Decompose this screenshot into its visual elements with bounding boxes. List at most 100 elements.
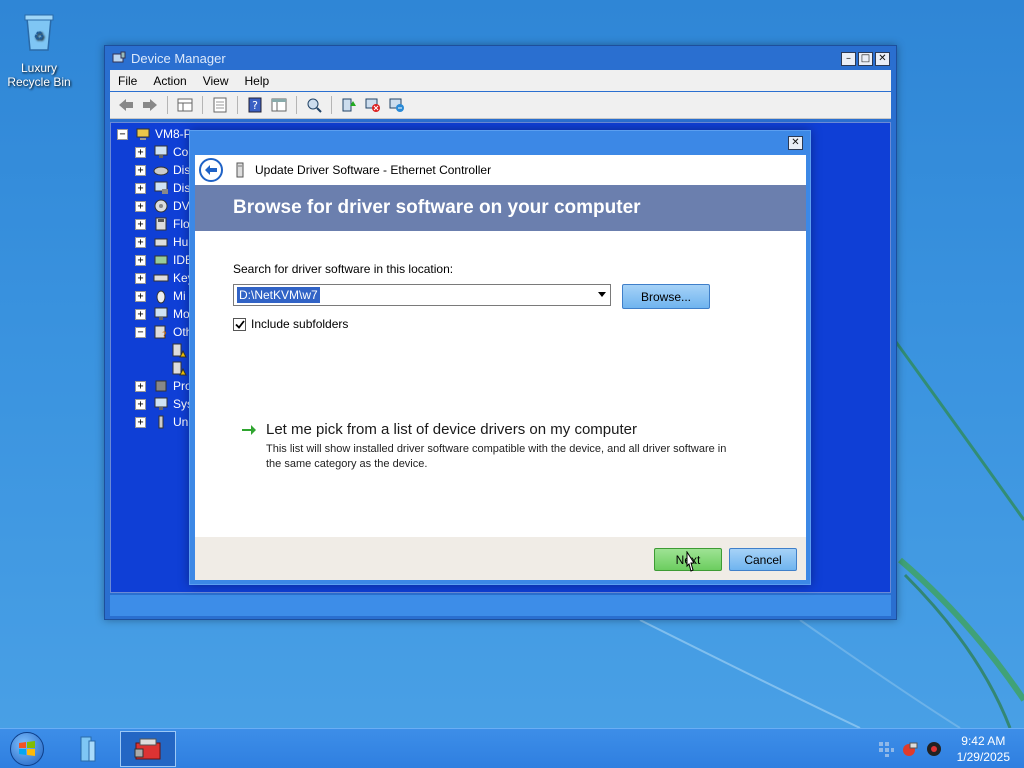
tree-item[interactable]: + Sys [135, 395, 193, 413]
expand-toggle[interactable]: + [135, 218, 146, 230]
action-center-icon[interactable] [901, 740, 919, 758]
tree-item[interactable]: + Pro [135, 377, 192, 395]
back-arrow-icon [205, 165, 217, 175]
tree-item[interactable]: + Hu [135, 233, 188, 251]
volume-icon[interactable] [925, 740, 943, 758]
windows-logo-icon [19, 741, 35, 756]
ethernet-device-icon [236, 162, 244, 178]
ide-controller-icon [154, 255, 168, 265]
unknown-device-warning-icon [172, 343, 187, 358]
tree-subitem[interactable] [171, 359, 191, 377]
uninstall-icon[interactable] [363, 95, 383, 115]
expand-toggle[interactable]: + [135, 272, 146, 284]
system-tray: 9:42 AM 1/29/2025 [877, 729, 1024, 768]
recycle-bin-icon: ♻ [24, 14, 54, 51]
dialog-close-button[interactable]: ✕ [788, 136, 803, 150]
expand-toggle[interactable]: + [135, 416, 146, 428]
mouse-cursor-icon [686, 551, 695, 572]
tree-root[interactable]: − VM8-P [117, 125, 192, 143]
tree-item[interactable]: + Key [135, 269, 194, 287]
tree-root-label: VM8-P [155, 127, 192, 141]
maximize-button[interactable]: □ [858, 52, 873, 66]
expand-toggle[interactable]: + [135, 164, 146, 176]
menu-view[interactable]: View [203, 74, 229, 88]
tree-item[interactable]: + Flo [135, 215, 190, 233]
device-manager-titlebar[interactable]: Device Manager [105, 46, 896, 70]
tree-item-label: Dis [173, 181, 191, 195]
back-arrow-icon[interactable] [116, 95, 136, 115]
expand-toggle[interactable]: + [135, 398, 146, 410]
collapse-toggle[interactable]: − [135, 326, 146, 338]
tree-item[interactable]: + Mi [135, 287, 186, 305]
tree-item[interactable]: + Mo [135, 305, 190, 323]
clock-date: 1/29/2025 [956, 750, 1010, 764]
svg-text:?: ? [252, 99, 258, 112]
tree-item[interactable]: −? Oth [135, 323, 192, 341]
menu-file[interactable]: File [118, 74, 137, 88]
device-manager-taskbar-icon [134, 738, 161, 760]
taskbar-explorer[interactable] [60, 731, 116, 767]
taskbar: 9:42 AM 1/29/2025 [0, 728, 1024, 768]
recycle-bin-desktop-icon[interactable]: ♻ Luxury Recycle Bin [4, 10, 74, 89]
minimize-button[interactable]: – [841, 52, 856, 66]
driver-path-combobox[interactable]: D:\NetKVM\w7 [233, 284, 611, 306]
include-subfolders-option[interactable]: Include subfolders [233, 317, 348, 331]
expand-toggle[interactable]: + [135, 380, 146, 392]
back-button[interactable] [199, 158, 223, 182]
toolbar-separator [167, 96, 168, 114]
scan-hardware-icon[interactable] [304, 95, 324, 115]
tree-item[interactable]: + Dis [135, 179, 190, 197]
network-icon[interactable] [877, 740, 895, 758]
menu-action[interactable]: Action [153, 74, 186, 88]
keyboard-icon [153, 274, 169, 282]
cancel-button[interactable]: Cancel [729, 548, 797, 571]
monitor-icon [154, 145, 168, 158]
device-manager-icon [112, 51, 126, 63]
unknown-device-warning-icon [172, 361, 187, 376]
menu-help[interactable]: Help [245, 74, 270, 88]
tree-item-label: Hu [173, 235, 189, 249]
other-devices-icon: ? [154, 325, 167, 340]
system-devices-icon [154, 397, 168, 410]
clock[interactable]: 9:42 AM 1/29/2025 [957, 733, 1010, 765]
expand-toggle[interactable]: + [135, 236, 146, 248]
expand-toggle[interactable]: + [135, 200, 146, 212]
close-button[interactable]: ✕ [875, 52, 890, 66]
monitor-icon [154, 307, 168, 320]
tree-item[interactable]: + Co [135, 143, 188, 161]
expand-toggle[interactable]: + [135, 146, 146, 158]
help-icon[interactable]: ? [245, 95, 265, 115]
tree-item[interactable]: + DV [135, 197, 190, 215]
console-tree-icon[interactable] [269, 95, 289, 115]
expand-toggle[interactable]: + [135, 308, 146, 320]
browse-button[interactable]: Browse... [622, 284, 710, 309]
include-subfolders-checkbox[interactable] [233, 317, 246, 331]
usb-icon [158, 415, 164, 429]
start-button[interactable] [10, 732, 44, 766]
taskbar-device-manager[interactable] [120, 731, 176, 767]
toolbar-separator [296, 96, 297, 114]
hid-icon [154, 238, 168, 247]
tree-item[interactable]: + Uni [135, 413, 191, 431]
tree-item-label: Mo [173, 307, 190, 321]
properties-grid-icon[interactable] [175, 95, 195, 115]
tree-item[interactable]: + Dis [135, 161, 190, 179]
tree-subitem[interactable] [171, 341, 191, 359]
search-location-label: Search for driver software in this locat… [233, 262, 454, 276]
expand-toggle[interactable]: + [135, 290, 146, 302]
forward-arrow-icon[interactable] [140, 95, 160, 115]
collapse-toggle[interactable]: − [117, 128, 128, 140]
expand-toggle[interactable]: + [135, 254, 146, 266]
dropdown-arrow-icon[interactable] [598, 292, 606, 297]
pick-from-list-label[interactable]: Let me pick from a list of device driver… [266, 421, 637, 438]
show-hide-tree-icon[interactable] [210, 95, 230, 115]
disable-icon[interactable] [387, 95, 407, 115]
driver-path-value[interactable]: D:\NetKVM\w7 [237, 287, 320, 303]
tree-item[interactable]: + IDE [135, 251, 193, 269]
menu-bar: File Action View Help [110, 70, 891, 91]
pick-from-list-link[interactable]: Let me pick from a list of device driver… [241, 421, 637, 438]
update-driver-icon[interactable] [339, 95, 359, 115]
recycle-bin-label: Luxury Recycle Bin [7, 61, 71, 89]
expand-toggle[interactable]: + [135, 182, 146, 194]
toolbar-separator [237, 96, 238, 114]
